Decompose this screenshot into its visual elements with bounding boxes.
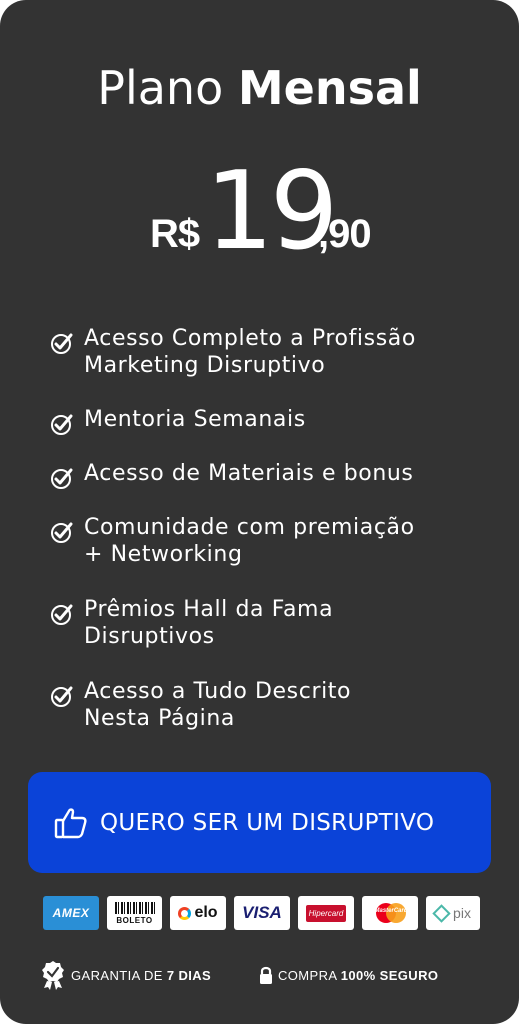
guarantee-badge-icon — [42, 961, 64, 990]
guarantee-text: GARANTIA DE 7 DIAS — [71, 967, 212, 983]
feature-text: Comunidade com premiação + Networking — [84, 515, 415, 567]
feature-text: Acesso a Tudo Descrito Nesta Página — [84, 679, 352, 731]
pix-logo: pix — [426, 896, 480, 930]
guarantee: GARANTIA DE 7 DIAS — [40, 958, 211, 992]
mastercard-logo: MasterCard — [362, 896, 418, 930]
amex-logo: AMEX — [43, 896, 99, 930]
lock-icon — [260, 966, 272, 984]
subscribe-button[interactable]: QUERO SER UM DISRUPTIVO — [28, 772, 491, 873]
plan-title: Plano Mensal — [0, 58, 519, 118]
boleto-logo: BOLETO — [107, 896, 162, 930]
check-icon — [51, 333, 73, 354]
price-currency: R$ — [150, 212, 200, 256]
payment-methods: AMEX BOLETO elo VISA Hipercard MasterCar… — [0, 896, 519, 930]
thumbs-up-icon — [54, 808, 87, 839]
plan-title-light: Plano — [97, 61, 238, 115]
feature-text: Mentoria Semanais — [84, 407, 306, 432]
feature-text: Prêmios Hall da Fama Disruptivos — [84, 597, 334, 649]
elo-logo: elo — [170, 896, 226, 930]
check-icon — [51, 468, 73, 489]
hipercard-logo: Hipercard — [298, 896, 354, 930]
secure-text: COMPRA 100% SEGURO — [278, 967, 439, 983]
secure-purchase: COMPRA 100% SEGURO — [259, 958, 438, 992]
visa-logo: VISA — [234, 896, 290, 930]
check-icon — [51, 686, 73, 707]
check-icon — [51, 604, 73, 625]
plan-title-bold: Mensal — [237, 61, 422, 115]
footer: GARANTIA DE 7 DIAS COMPRA 100% SEGURO — [0, 958, 519, 992]
feature-text: Acesso de Materiais e bonus — [84, 461, 414, 486]
subscribe-button-label: QUERO SER UM DISRUPTIVO — [100, 810, 435, 836]
feature-text: Acesso Completo a Profissão Marketing Di… — [84, 326, 416, 378]
pricing-card: Plano Mensal R$ 19 ,90 Acesso Completo a… — [0, 0, 519, 1024]
price-cents: ,90 — [318, 212, 372, 256]
check-icon — [51, 522, 73, 543]
price: R$ 19 ,90 — [0, 152, 519, 280]
price-integer: 19 — [205, 149, 338, 274]
check-icon — [51, 414, 73, 435]
